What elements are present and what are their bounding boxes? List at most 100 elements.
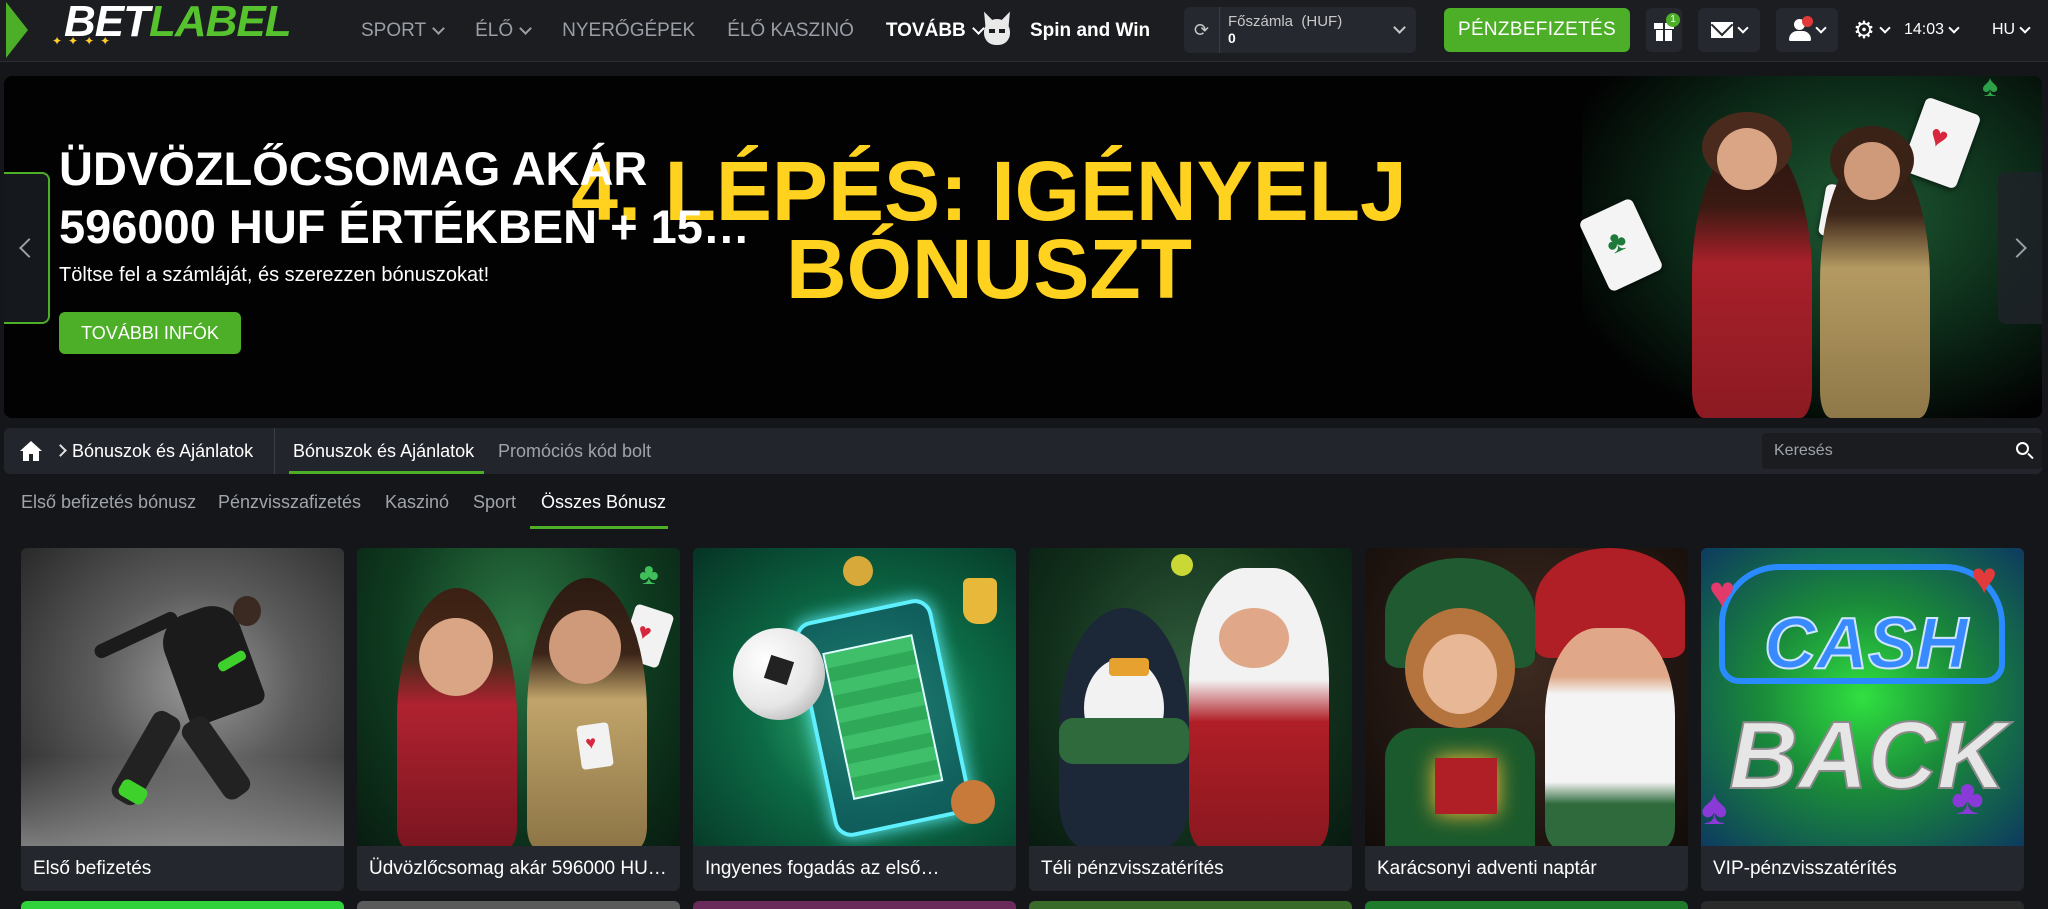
hero-next-button[interactable] (1998, 172, 2042, 324)
tab-promo-code-shop[interactable]: Promóciós kód bolt (498, 428, 651, 474)
chevron-down-icon (1948, 22, 1960, 34)
tab-cashback[interactable]: Pénzvisszafizetés (218, 482, 361, 522)
settings-button[interactable]: ⚙ (1846, 8, 1896, 52)
chevron-down-icon (1815, 22, 1827, 34)
bonus-card-next-row (1701, 901, 2024, 909)
logo-label: LABEL (149, 0, 292, 46)
spin-and-win-link[interactable]: Spin and Win (978, 8, 1150, 54)
divider (274, 428, 275, 474)
elf-face-figure (1423, 634, 1497, 714)
bonus-card-next-row (1029, 901, 1352, 909)
notification-dot (1802, 16, 1813, 27)
top-bar: BETLABEL ✦✦✦✦ SPORT ÉLŐ NYERŐGÉPEK ÉLŐ K… (0, 0, 2048, 62)
hero-subtitle: Töltse fel a számláját, és szerezzen bón… (59, 264, 490, 286)
nav-item-label: ÉLŐ KASZINÓ (727, 20, 854, 41)
gift-count-badge: 1 (1666, 13, 1680, 27)
gift-box-figure (1435, 758, 1497, 814)
bonus-card-next-row (693, 901, 1016, 909)
bonus-grid: Első befizetés ♥ ♣ ♥ Üdvözlőcsomag akár … (21, 548, 2027, 891)
account-currency: (HUF) (1301, 13, 1343, 30)
hero-art: ♥ ♣ ♥ ♠ ♣ (1578, 76, 2042, 418)
hero-banner: ♥ ♣ ♥ ♠ ♣ 4. LÉPÉS: IGÉNYELJ BÓNUSZT ÜDV… (4, 76, 2042, 418)
tab-all-bonuses[interactable]: Összes Bónusz (541, 482, 666, 522)
bonus-image: ♥ ♣ ♥ (357, 548, 680, 846)
chevron-down-icon (2019, 22, 2031, 34)
language-code: HU (1992, 21, 2016, 38)
playing-card-icon: ♣ (1578, 197, 1664, 293)
active-tab-indicator (289, 471, 484, 474)
chevron-down-icon (1879, 22, 1891, 34)
messages-button[interactable] (1698, 8, 1760, 52)
nav-item-live[interactable]: ÉLŐ (459, 0, 546, 62)
bonus-card[interactable]: Ingyenes fogadás az első… (693, 548, 1016, 891)
bonus-image (1365, 548, 1688, 846)
active-tab-indicator (530, 526, 668, 529)
home-icon[interactable] (20, 441, 42, 461)
search-input[interactable] (1762, 433, 2006, 469)
refresh-icon[interactable]: ⟳ (1184, 7, 1220, 53)
account-name: Főszámla (1228, 13, 1294, 30)
soccer-ball-icon (733, 628, 825, 720)
bonus-image: ♥ ♥ CASH BACK ♣ ♠ (1701, 548, 2024, 846)
gift-button[interactable]: 1 (1646, 8, 1682, 52)
tab-sport[interactable]: Sport (473, 482, 516, 522)
language-selector[interactable]: HU (1992, 8, 2031, 52)
nav-item-slots[interactable]: NYERŐGÉPEK (546, 0, 711, 62)
nav-item-label: TOVÁBB (885, 20, 966, 41)
bonus-title: Ingyenes fogadás az első… (705, 858, 940, 879)
logo-triangle-icon (6, 2, 28, 58)
bonus-card[interactable]: ♥ ♥ CASH BACK ♣ ♠ VIP-pénzvisszatérítés (1701, 548, 2024, 891)
woman-face-figure (1717, 128, 1777, 190)
account-info: Főszámla (HUF) 0 (1220, 13, 1387, 47)
bonus-image (1029, 548, 1352, 846)
bonus-card[interactable]: Első befizetés (21, 548, 344, 891)
spin-and-win-label: Spin and Win (1030, 20, 1151, 41)
bonus-title: Téli pénzvisszatérítés (1041, 858, 1224, 879)
phone-pitch-figure (791, 595, 975, 841)
bonus-card[interactable]: Téli pénzvisszatérítés (1029, 548, 1352, 891)
chevron-right-icon (2007, 238, 2027, 258)
nav-item-label: ÉLŐ (475, 20, 514, 41)
bonus-title: Első befizetés (33, 858, 152, 879)
dragon-icon (978, 9, 1016, 51)
current-time: 14:03 (1904, 21, 1945, 38)
more-info-button[interactable]: TOVÁBBI INFÓK (59, 312, 241, 354)
bonus-image (693, 548, 1016, 846)
time-selector[interactable]: 14:03 (1904, 8, 1960, 52)
nav-item-label: SPORT (361, 20, 427, 41)
santa-figure (1545, 628, 1675, 846)
chevron-down-icon (1393, 21, 1406, 34)
playing-card-icon: ♥ (1900, 96, 1982, 190)
logo-stars-icon: ✦✦✦✦ (52, 34, 117, 48)
bonus-card[interactable]: Karácsonyi adventi naptár (1365, 548, 1688, 891)
bonus-card[interactable]: ♥ ♣ ♥ Üdvözlőcsomag akár 596000 HU… (357, 548, 680, 891)
breadcrumb-current[interactable]: Bónuszok és Ajánlatok (72, 428, 253, 474)
bonus-title: Karácsonyi adventi naptár (1377, 858, 1597, 879)
user-menu-button[interactable] (1776, 8, 1838, 52)
hero-prev-button[interactable] (4, 172, 50, 324)
deposit-button[interactable]: PÉNZBEFIZETÉS (1444, 8, 1630, 52)
chevron-right-icon (54, 444, 67, 457)
nav-item-live-casino[interactable]: ÉLŐ KASZINÓ (711, 0, 870, 62)
hero-title: ÜDVÖZLŐCSOMAG AKÁR 596000 HUF ÉRTÉKBEN +… (59, 142, 750, 253)
bonus-card-next-row (1365, 901, 1688, 909)
breadcrumb: Bónuszok és Ajánlatok Bónuszok és Ajánla… (4, 428, 2042, 474)
chevron-down-icon (519, 22, 533, 35)
betlabel-logo[interactable]: BETLABEL ✦✦✦✦ (0, 0, 300, 62)
search-icon[interactable] (2006, 433, 2042, 469)
search-field (1762, 433, 2042, 469)
account-balance: 0 (1228, 30, 1236, 46)
bonus-card-next-row (21, 901, 344, 909)
chevron-left-icon (19, 238, 39, 258)
nav-item-label: NYERŐGÉPEK (562, 20, 696, 41)
bonus-image (21, 548, 344, 846)
tab-casino[interactable]: Kaszinó (385, 482, 449, 522)
tab-bonuses[interactable]: Bónuszok és Ajánlatok (293, 428, 474, 474)
account-balance-selector[interactable]: ⟳ Főszámla (HUF) 0 (1184, 7, 1416, 53)
envelope-icon (1711, 22, 1733, 38)
nav-item-sport[interactable]: SPORT (345, 0, 459, 62)
chevron-down-icon (1737, 22, 1749, 34)
trophy-icon (963, 578, 997, 624)
spade-icon: ♠ (1982, 76, 1998, 103)
tab-first-deposit-bonus[interactable]: Első befizetés bónusz (21, 482, 196, 522)
